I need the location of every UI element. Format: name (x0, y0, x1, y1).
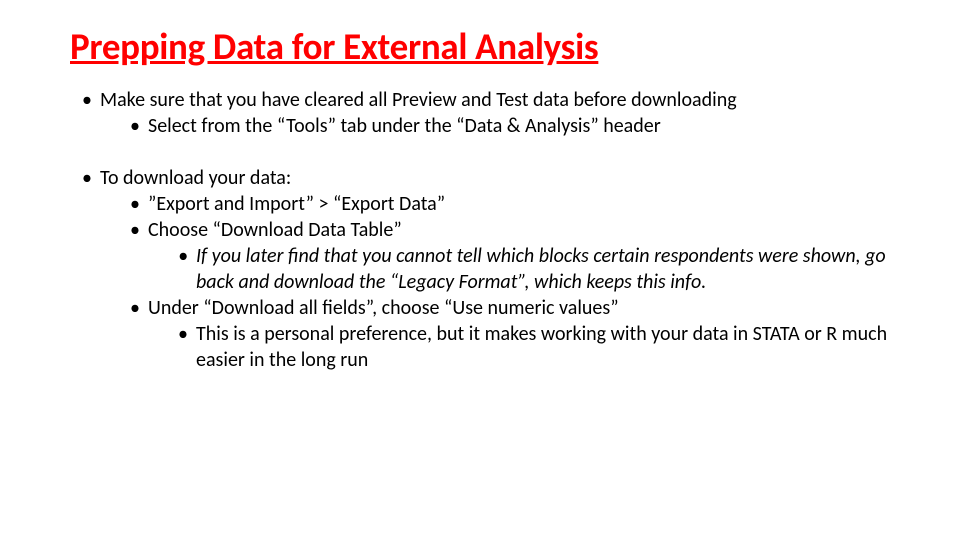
list-item: Choose “Download Data Table” (148, 217, 890, 243)
list-item: Under “Download all fields”, choose “Use… (148, 295, 890, 321)
list-item: If you later find that you cannot tell w… (196, 243, 890, 295)
list-item: ”Export and Import” > “Export Data” (148, 191, 890, 217)
bullet-list: To download your data: ”Export and Impor… (70, 165, 890, 373)
list-item: To download your data: (100, 165, 890, 191)
list-item: Select from the “Tools” tab under the “D… (148, 113, 890, 139)
bullet-list: Make sure that you have cleared all Prev… (70, 87, 890, 139)
spacer (70, 139, 890, 165)
list-item: Make sure that you have cleared all Prev… (100, 87, 890, 113)
list-item: This is a personal preference, but it ma… (196, 321, 890, 373)
slide: Prepping Data for External Analysis Make… (0, 0, 960, 373)
slide-title: Prepping Data for External Analysis (70, 24, 890, 69)
